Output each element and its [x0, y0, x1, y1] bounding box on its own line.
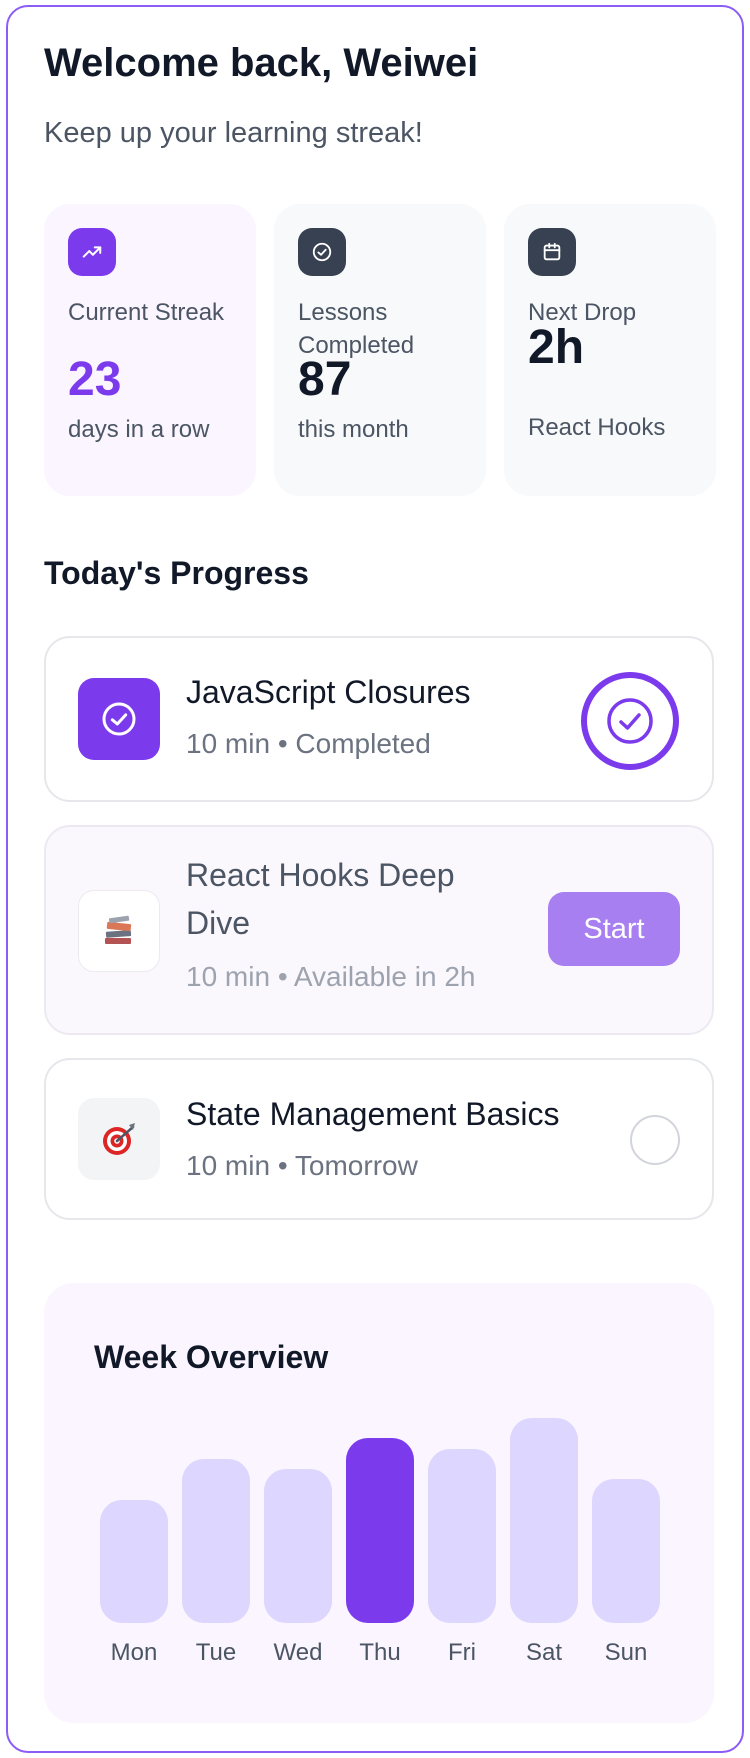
week-bar-sat	[510, 1418, 578, 1623]
page-subtitle: Keep up your learning streak!	[44, 117, 423, 149]
calendar-icon	[528, 228, 576, 276]
day-label-thu: Thu	[359, 1639, 401, 1666]
stat-value: 87	[298, 353, 352, 406]
lesson-meta: 10 min • Available in 2h	[186, 961, 476, 992]
week-bar-tue	[182, 1459, 250, 1623]
week-bar-wed	[264, 1469, 332, 1623]
pending-checkbox[interactable]	[630, 1115, 680, 1165]
lesson-title: React Hooks Deep Dive	[186, 857, 455, 941]
week-bar-chart: Mon Tue Wed Thu Fri Sat Sun	[44, 1283, 714, 1723]
stat-card-streak: Current Streak 23 days in a row	[44, 204, 256, 496]
week-overview-card: Week Overview Mon Tue Wed Thu Fri Sat Sun	[44, 1283, 714, 1723]
section-title-progress: Today's Progress	[44, 555, 309, 591]
stat-card-next-drop: Next Drop 2h React Hooks	[504, 204, 716, 496]
books-icon	[78, 890, 160, 972]
check-circle-icon	[78, 678, 160, 760]
check-circle-icon	[298, 228, 346, 276]
day-label-tue: Tue	[195, 1639, 237, 1666]
lesson-title: JavaScript Closures	[186, 674, 471, 710]
day-label-wed: Wed	[273, 1639, 323, 1666]
lesson-card-completed[interactable]: JavaScript Closures 10 min • Completed	[44, 636, 714, 802]
page-title: Welcome back, Weiwei	[44, 41, 479, 85]
lesson-card-pending[interactable]: State Management Basics 10 min • Tomorro…	[44, 1058, 714, 1220]
week-bar-fri	[428, 1449, 496, 1623]
app-frame: Welcome back, Weiwei Keep up your learni…	[6, 5, 744, 1753]
day-label-mon: Mon	[110, 1639, 158, 1666]
stat-sub: React Hooks	[528, 414, 666, 441]
stat-sub: days in a row	[68, 416, 210, 443]
stat-value: 2h	[528, 321, 585, 374]
lesson-card-upcoming[interactable]: React Hooks Deep Dive 10 min • Available…	[44, 825, 714, 1035]
week-bar-sun	[592, 1479, 660, 1623]
lesson-title: State Management Basics	[186, 1096, 560, 1132]
lesson-meta: 10 min • Tomorrow	[186, 1150, 418, 1181]
day-label-fri: Fri	[448, 1639, 476, 1666]
lesson-meta: 10 min • Completed	[186, 728, 431, 759]
stat-card-lessons: Lessons Completed 87 this month	[274, 204, 486, 496]
stat-label: Current Streak	[68, 299, 225, 326]
completed-check-icon[interactable]	[580, 671, 680, 771]
day-label-sat: Sat	[525, 1639, 563, 1666]
week-bar-mon	[100, 1500, 168, 1623]
trending-up-icon	[68, 228, 116, 276]
week-bar-thu	[346, 1438, 414, 1623]
stat-value: 23	[68, 353, 122, 406]
day-label-sun: Sun	[604, 1639, 648, 1666]
start-button[interactable]: Start	[548, 892, 680, 966]
stat-sub: this month	[298, 416, 409, 443]
target-icon	[78, 1098, 160, 1180]
